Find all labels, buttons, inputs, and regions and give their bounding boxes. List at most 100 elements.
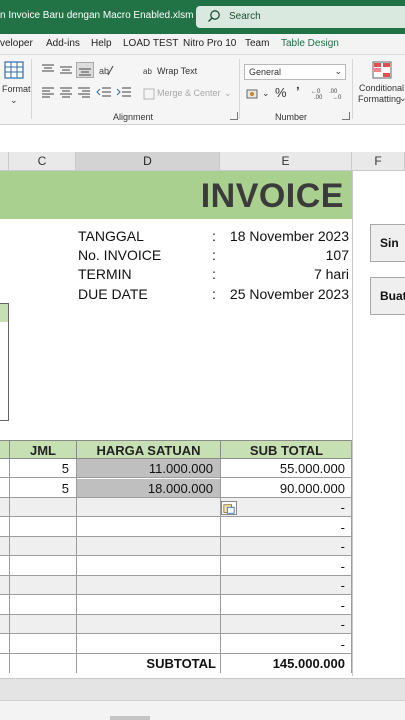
row-cell-jml[interactable]	[9, 635, 76, 654]
subtotal-value[interactable]: 145.000.000	[220, 654, 352, 673]
format-button[interactable]: Format	[2, 84, 31, 94]
row-cell-jml[interactable]	[9, 518, 76, 537]
row-cell-harga[interactable]	[76, 537, 220, 556]
row-cell-jml[interactable]	[9, 498, 76, 517]
row-cell-harga[interactable]	[76, 596, 220, 615]
tab-nitro-pro[interactable]: Nitro Pro 10	[183, 38, 236, 49]
row-cell-harga[interactable]	[76, 518, 220, 537]
row-cell-harga[interactable]: 11.000.000	[76, 459, 220, 478]
alignment-group-label: Alignment	[113, 112, 154, 122]
info-value[interactable]: 7 hari	[314, 266, 349, 282]
row-cell-b[interactable]	[0, 459, 9, 478]
tab-table-design[interactable]: Table Design	[281, 38, 339, 49]
table-header-cell	[0, 440, 9, 459]
row-cell-b[interactable]	[0, 615, 9, 634]
merge-dropdown-icon[interactable]: ⌄	[224, 88, 232, 99]
row-cell-jml[interactable]: 5	[9, 459, 76, 478]
align-middle-icon[interactable]	[58, 63, 74, 77]
info-value[interactable]: 18 November 2023	[230, 228, 349, 244]
merge-center-button[interactable]: Merge & Center	[157, 88, 221, 98]
accounting-dropdown-icon[interactable]: ⌄	[262, 88, 270, 99]
row-cell-harga[interactable]	[76, 635, 220, 654]
grid-line	[9, 459, 10, 673]
row-cell-b[interactable]	[0, 479, 9, 498]
row-cell-b[interactable]	[0, 635, 9, 654]
column-header-e[interactable]: E	[220, 152, 352, 171]
merge-center-icon[interactable]	[143, 87, 155, 101]
conditional-formatting-dropdown-icon[interactable]: ⌄	[399, 93, 405, 104]
side-macro-button-1[interactable]: Sin	[370, 224, 405, 262]
tab-help[interactable]: Help	[91, 38, 112, 49]
number-format-select[interactable]: General ⌄	[244, 64, 346, 80]
row-cell-subtotal[interactable]: -	[220, 615, 352, 634]
tab-add-ins[interactable]: Add-ins	[46, 38, 80, 49]
conditional-formatting-label-2[interactable]: Formatting	[358, 94, 401, 104]
format-icon[interactable]	[4, 61, 24, 79]
conditional-formatting-icon[interactable]	[372, 61, 392, 79]
row-cell-harga[interactable]	[76, 498, 220, 517]
row-cell-jml[interactable]	[9, 576, 76, 595]
decrease-indent-icon[interactable]	[96, 85, 112, 99]
row-cell-subtotal[interactable]: -	[220, 635, 352, 654]
row-cell-b[interactable]	[0, 576, 9, 595]
info-row-due-date: DUE DATE : 25 November 2023	[0, 286, 352, 305]
tab-load-test[interactable]: LOAD TEST	[123, 38, 178, 49]
percent-style-button[interactable]: %	[275, 85, 287, 100]
tab-developer[interactable]: veloper	[0, 38, 33, 49]
alignment-launcher-icon[interactable]	[230, 112, 238, 120]
wrap-text-icon[interactable]: ab	[143, 64, 155, 78]
row-cell-subtotal[interactable]: -	[220, 557, 352, 576]
orientation-icon[interactable]: ab	[98, 63, 114, 77]
customer-box[interactable]	[0, 303, 9, 421]
row-cell-jml[interactable]	[9, 596, 76, 615]
paste-options-icon[interactable]	[221, 501, 237, 515]
align-bottom-icon[interactable]	[76, 62, 94, 78]
conditional-formatting-label-1[interactable]: Conditional	[359, 83, 404, 93]
accounting-format-icon[interactable]	[246, 87, 262, 101]
align-top-icon[interactable]	[40, 63, 56, 77]
row-cell-b[interactable]	[0, 537, 9, 556]
sheet-tabs-bar[interactable]	[0, 678, 405, 700]
row-cell-subtotal[interactable]: -	[220, 576, 352, 595]
worksheet[interactable]: INVOICE TANGGAL : 18 November 2023 No. I…	[0, 171, 352, 676]
tab-team[interactable]: Team	[245, 38, 269, 49]
horizontal-scrollbar[interactable]	[110, 716, 150, 720]
comma-style-button[interactable]: ʼ	[296, 84, 300, 99]
column-header-b[interactable]	[0, 152, 9, 171]
info-value[interactable]: 107	[326, 247, 349, 263]
row-cell-subtotal[interactable]: -	[220, 498, 352, 517]
wrap-text-button[interactable]: Wrap Text	[157, 66, 197, 76]
row-cell-jml[interactable]	[9, 537, 76, 556]
row-cell-harga[interactable]: 18.000.000	[76, 478, 220, 498]
align-left-icon[interactable]	[40, 85, 56, 99]
row-cell-subtotal[interactable]: -	[220, 518, 352, 537]
column-header-f[interactable]: F	[352, 152, 405, 171]
align-right-icon[interactable]	[76, 85, 92, 99]
increase-decimal-icon[interactable]: ←0.00	[311, 86, 327, 101]
row-cell-subtotal[interactable]: 90.000.000	[220, 479, 352, 498]
increase-indent-icon[interactable]	[116, 85, 132, 99]
row-cell-subtotal[interactable]: -	[220, 537, 352, 556]
column-header-d[interactable]: D	[76, 152, 220, 171]
row-cell-subtotal[interactable]: -	[220, 596, 352, 615]
decrease-decimal-icon[interactable]: .00 →0	[329, 86, 345, 101]
number-launcher-icon[interactable]	[342, 112, 350, 120]
side-macro-button-2[interactable]: Buat	[370, 277, 405, 315]
row-cell-jml[interactable]	[9, 557, 76, 576]
row-cell-harga[interactable]	[76, 615, 220, 634]
row-cell-jml[interactable]	[9, 615, 76, 634]
row-cell-b[interactable]	[0, 498, 9, 517]
row-cell-jml[interactable]: 5	[9, 479, 76, 498]
ribbon: Format ⌄ ab ab Wrap Text Merge & Center …	[0, 55, 405, 125]
row-cell-b[interactable]	[0, 557, 9, 576]
align-center-icon[interactable]	[58, 85, 74, 99]
format-dropdown-icon[interactable]: ⌄	[10, 95, 18, 106]
row-cell-subtotal[interactable]: 55.000.000	[220, 459, 352, 478]
row-cell-harga[interactable]	[76, 576, 220, 595]
search-box[interactable]: Search	[196, 6, 405, 28]
row-cell-b[interactable]	[0, 596, 9, 615]
column-header-c[interactable]: C	[9, 152, 76, 171]
row-cell-harga[interactable]	[76, 557, 220, 576]
info-value[interactable]: 25 November 2023	[230, 286, 349, 302]
row-cell-b[interactable]	[0, 518, 9, 537]
